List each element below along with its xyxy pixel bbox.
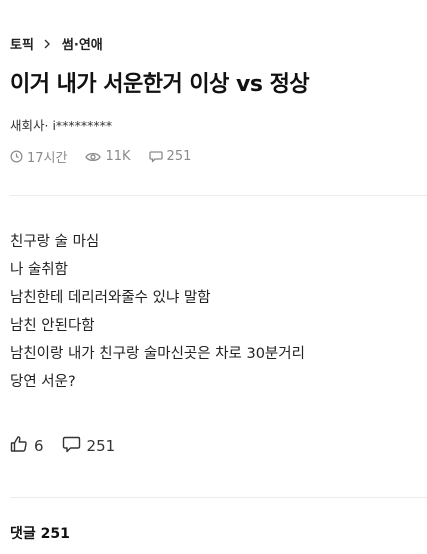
post-comments-value: 251 bbox=[166, 149, 192, 164]
post-meta: 17시간 11K 251 bbox=[10, 147, 191, 166]
comment-bubble-icon bbox=[62, 436, 81, 457]
comment-count: 251 bbox=[86, 437, 116, 455]
divider bbox=[10, 497, 427, 498]
clock-icon bbox=[10, 150, 23, 163]
breadcrumb-topic-link[interactable]: 토픽 bbox=[10, 34, 34, 53]
post-body-line: 나 술취함 bbox=[10, 262, 68, 278]
post-views-value: 11K bbox=[105, 149, 131, 164]
post-body-line: 남친이랑 내가 친구랑 술마신곳은 차로 30분거리 bbox=[10, 346, 305, 362]
post-views: 11K bbox=[85, 149, 131, 164]
post-actions: 6 251 bbox=[10, 435, 115, 457]
divider bbox=[10, 195, 427, 196]
comment-bubble-icon bbox=[148, 150, 163, 163]
post-time-value: 17시간 bbox=[27, 151, 68, 166]
post-body-line: 남친 안된다함 bbox=[10, 318, 95, 334]
breadcrumb: 토픽 썸·연애 bbox=[10, 34, 103, 53]
post-time: 17시간 bbox=[10, 147, 67, 166]
like-count: 6 bbox=[34, 437, 44, 455]
post-title: 이거 내가 서운한거 이상 vs 정상 bbox=[10, 72, 310, 97]
post-body-line: 친구랑 술 마심 bbox=[10, 234, 100, 250]
comment-button[interactable]: 251 bbox=[62, 436, 116, 457]
post-body-line: 남친한테 데리러와줄수 있냐 말함 bbox=[10, 290, 211, 306]
chevron-right-icon bbox=[42, 38, 54, 50]
thumbs-up-icon bbox=[10, 435, 28, 457]
breadcrumb-category-link[interactable]: 썸·연애 bbox=[62, 34, 103, 53]
post-author[interactable]: 새회사· i********* bbox=[10, 115, 112, 134]
post-body-line: 당연 서운? bbox=[10, 374, 76, 390]
post-body: 친구랑 술 마심 나 술취함 남친한테 데리러와줄수 있냐 말함 남친 안된다함… bbox=[10, 228, 417, 396]
post-page: 토픽 썸·연애 이거 내가 서운한거 이상 vs 정상 새회사· i******… bbox=[0, 0, 427, 554]
like-button[interactable]: 6 bbox=[10, 435, 44, 457]
comments-heading: 댓글 251 bbox=[10, 526, 70, 542]
post-comments: 251 bbox=[148, 149, 192, 164]
eye-icon bbox=[85, 151, 102, 163]
